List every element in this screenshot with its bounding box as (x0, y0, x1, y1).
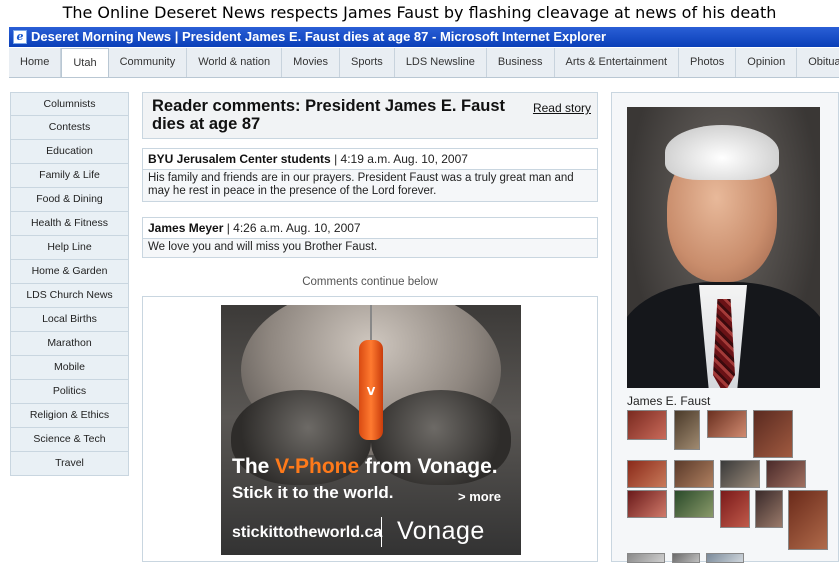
comment-timestamp: | 4:19 a.m. Aug. 10, 2007 (330, 152, 468, 166)
gallery-thumbnail[interactable] (627, 410, 667, 440)
nav-tab-movies[interactable]: Movies (282, 48, 341, 77)
gallery-thumbnail[interactable] (674, 460, 714, 488)
comment-body: His family and friends are in our prayer… (148, 172, 574, 197)
comment-author: James Meyer (148, 221, 224, 235)
read-story-link[interactable]: Read story (533, 101, 591, 115)
sidebar-item-columnists[interactable]: Columnists (10, 92, 129, 116)
sidebar-item-science-tech[interactable]: Science & Tech (10, 428, 129, 452)
nav-tab-utah[interactable]: Utah (61, 48, 109, 77)
gallery-thumbnail[interactable] (720, 460, 760, 488)
comment-body: We love you and will miss you Brother Fa… (148, 241, 378, 253)
ad-tagline: Stick it to the world. (232, 483, 394, 502)
gallery-thumbnail[interactable] (672, 553, 700, 563)
gallery-thumbnail[interactable] (753, 410, 793, 458)
comment-timestamp: | 4:26 a.m. Aug. 10, 2007 (223, 221, 361, 235)
sidebar-item-travel[interactable]: Travel (10, 452, 129, 476)
screenshot-caption: The Online Deseret News respects James F… (62, 3, 777, 22)
sidebar-item-family-life[interactable]: Family & Life (10, 164, 129, 188)
window-titlebar: e Deseret Morning News | President James … (9, 27, 839, 47)
gallery-thumbnail[interactable] (788, 490, 828, 550)
ad-more-link[interactable]: > more (458, 489, 501, 504)
sidebar-item-food-dining[interactable]: Food & Dining (10, 188, 129, 212)
comments-continue-note: Comments continue below (302, 276, 438, 288)
ad-divider (381, 517, 382, 547)
gallery-thumbnail[interactable] (707, 410, 747, 438)
ad-url[interactable]: stickittotheworld.ca (232, 524, 382, 542)
nav-tab-home[interactable]: Home (9, 48, 62, 77)
nav-tab-photos[interactable]: Photos (679, 48, 737, 77)
nav-tab-sports[interactable]: Sports (340, 48, 395, 77)
sidebar-item-mobile[interactable]: Mobile (10, 356, 129, 380)
comment-author: BYU Jerusalem Center students (148, 152, 331, 166)
top-navigation: Home Utah Community World & nation Movies Spo… (9, 48, 839, 78)
comment-card: James Meyer | 4:26 a.m. Aug. 10, 2007 We… (142, 217, 598, 258)
sidebar-item-health-fitness[interactable]: Health & Fitness (10, 212, 129, 236)
gallery-thumbnail[interactable] (766, 460, 806, 488)
gallery-thumbnail[interactable] (720, 490, 750, 528)
ad-product-name: V-Phone (275, 455, 360, 478)
sidebar-item-home-garden[interactable]: Home & Garden (10, 260, 129, 284)
gallery-thumbnail[interactable] (674, 410, 700, 450)
nav-tab-world-nation[interactable]: World & nation (187, 48, 283, 77)
comment-header: James Meyer | 4:26 a.m. Aug. 10, 2007 (143, 218, 597, 239)
sidebar-item-education[interactable]: Education (10, 140, 129, 164)
window-title: Deseret Morning News | President James E… (31, 29, 607, 44)
james-faust-portrait[interactable] (627, 107, 820, 388)
internet-explorer-icon: e (13, 30, 27, 44)
comment-header: BYU Jerusalem Center students | 4:19 a.m… (143, 149, 597, 170)
ad-container: V The V-Phone from Vonage. Stick it to t… (142, 296, 598, 562)
sidebar-item-politics[interactable]: Politics (10, 380, 129, 404)
portrait-hair (665, 125, 779, 180)
nav-tab-obituaries[interactable]: Obituar (797, 48, 839, 77)
ad-headline-prefix: The (232, 455, 276, 478)
ad-headline: The V-Phone from Vonage. (232, 455, 498, 479)
nav-tab-arts-entertainment[interactable]: Arts & Entertainment (555, 48, 680, 77)
gallery-thumbnail[interactable] (627, 553, 665, 563)
photo-column: James E. Faust (611, 92, 839, 563)
page-title: Reader comments: President James E. Faus… (152, 97, 506, 133)
nav-tab-community[interactable]: Community (109, 48, 188, 77)
sidebar-item-religion-ethics[interactable]: Religion & Ethics (10, 404, 129, 428)
sidebar-item-contests[interactable]: Contests (10, 116, 129, 140)
nav-tab-business[interactable]: Business (487, 48, 555, 77)
ad-photo-chain (370, 305, 372, 341)
gallery-thumbnail[interactable] (755, 490, 783, 528)
nav-tab-lds-newsline[interactable]: LDS Newsline (395, 48, 487, 77)
sidebar-item-local-births[interactable]: Local Births (10, 308, 129, 332)
v-phone-logo-mark: V (366, 385, 376, 398)
sidebar-item-marathon[interactable]: Marathon (10, 332, 129, 356)
gallery-thumbnail[interactable] (706, 553, 744, 563)
nav-tab-opinion[interactable]: Opinion (736, 48, 798, 77)
ad-headline-suffix: from Vonage. (359, 455, 498, 478)
sidebar-item-lds-church-news[interactable]: LDS Church News (10, 284, 129, 308)
vonage-ad-banner[interactable]: V The V-Phone from Vonage. Stick it to t… (221, 305, 521, 555)
sidebar-nav: Columnists Contests Education Family & L… (10, 92, 129, 476)
sidebar-item-help-line[interactable]: Help Line (10, 236, 129, 260)
comments-header: Reader comments: President James E. Faus… (142, 92, 598, 139)
vonage-logo: Vonage (397, 517, 485, 545)
gallery-thumbnail[interactable] (674, 490, 714, 518)
gallery-thumbnail[interactable] (627, 460, 667, 488)
comment-card: BYU Jerusalem Center students | 4:19 a.m… (142, 148, 598, 202)
photo-caption: James E. Faust (627, 394, 711, 408)
gallery-thumbnail[interactable] (627, 490, 667, 518)
